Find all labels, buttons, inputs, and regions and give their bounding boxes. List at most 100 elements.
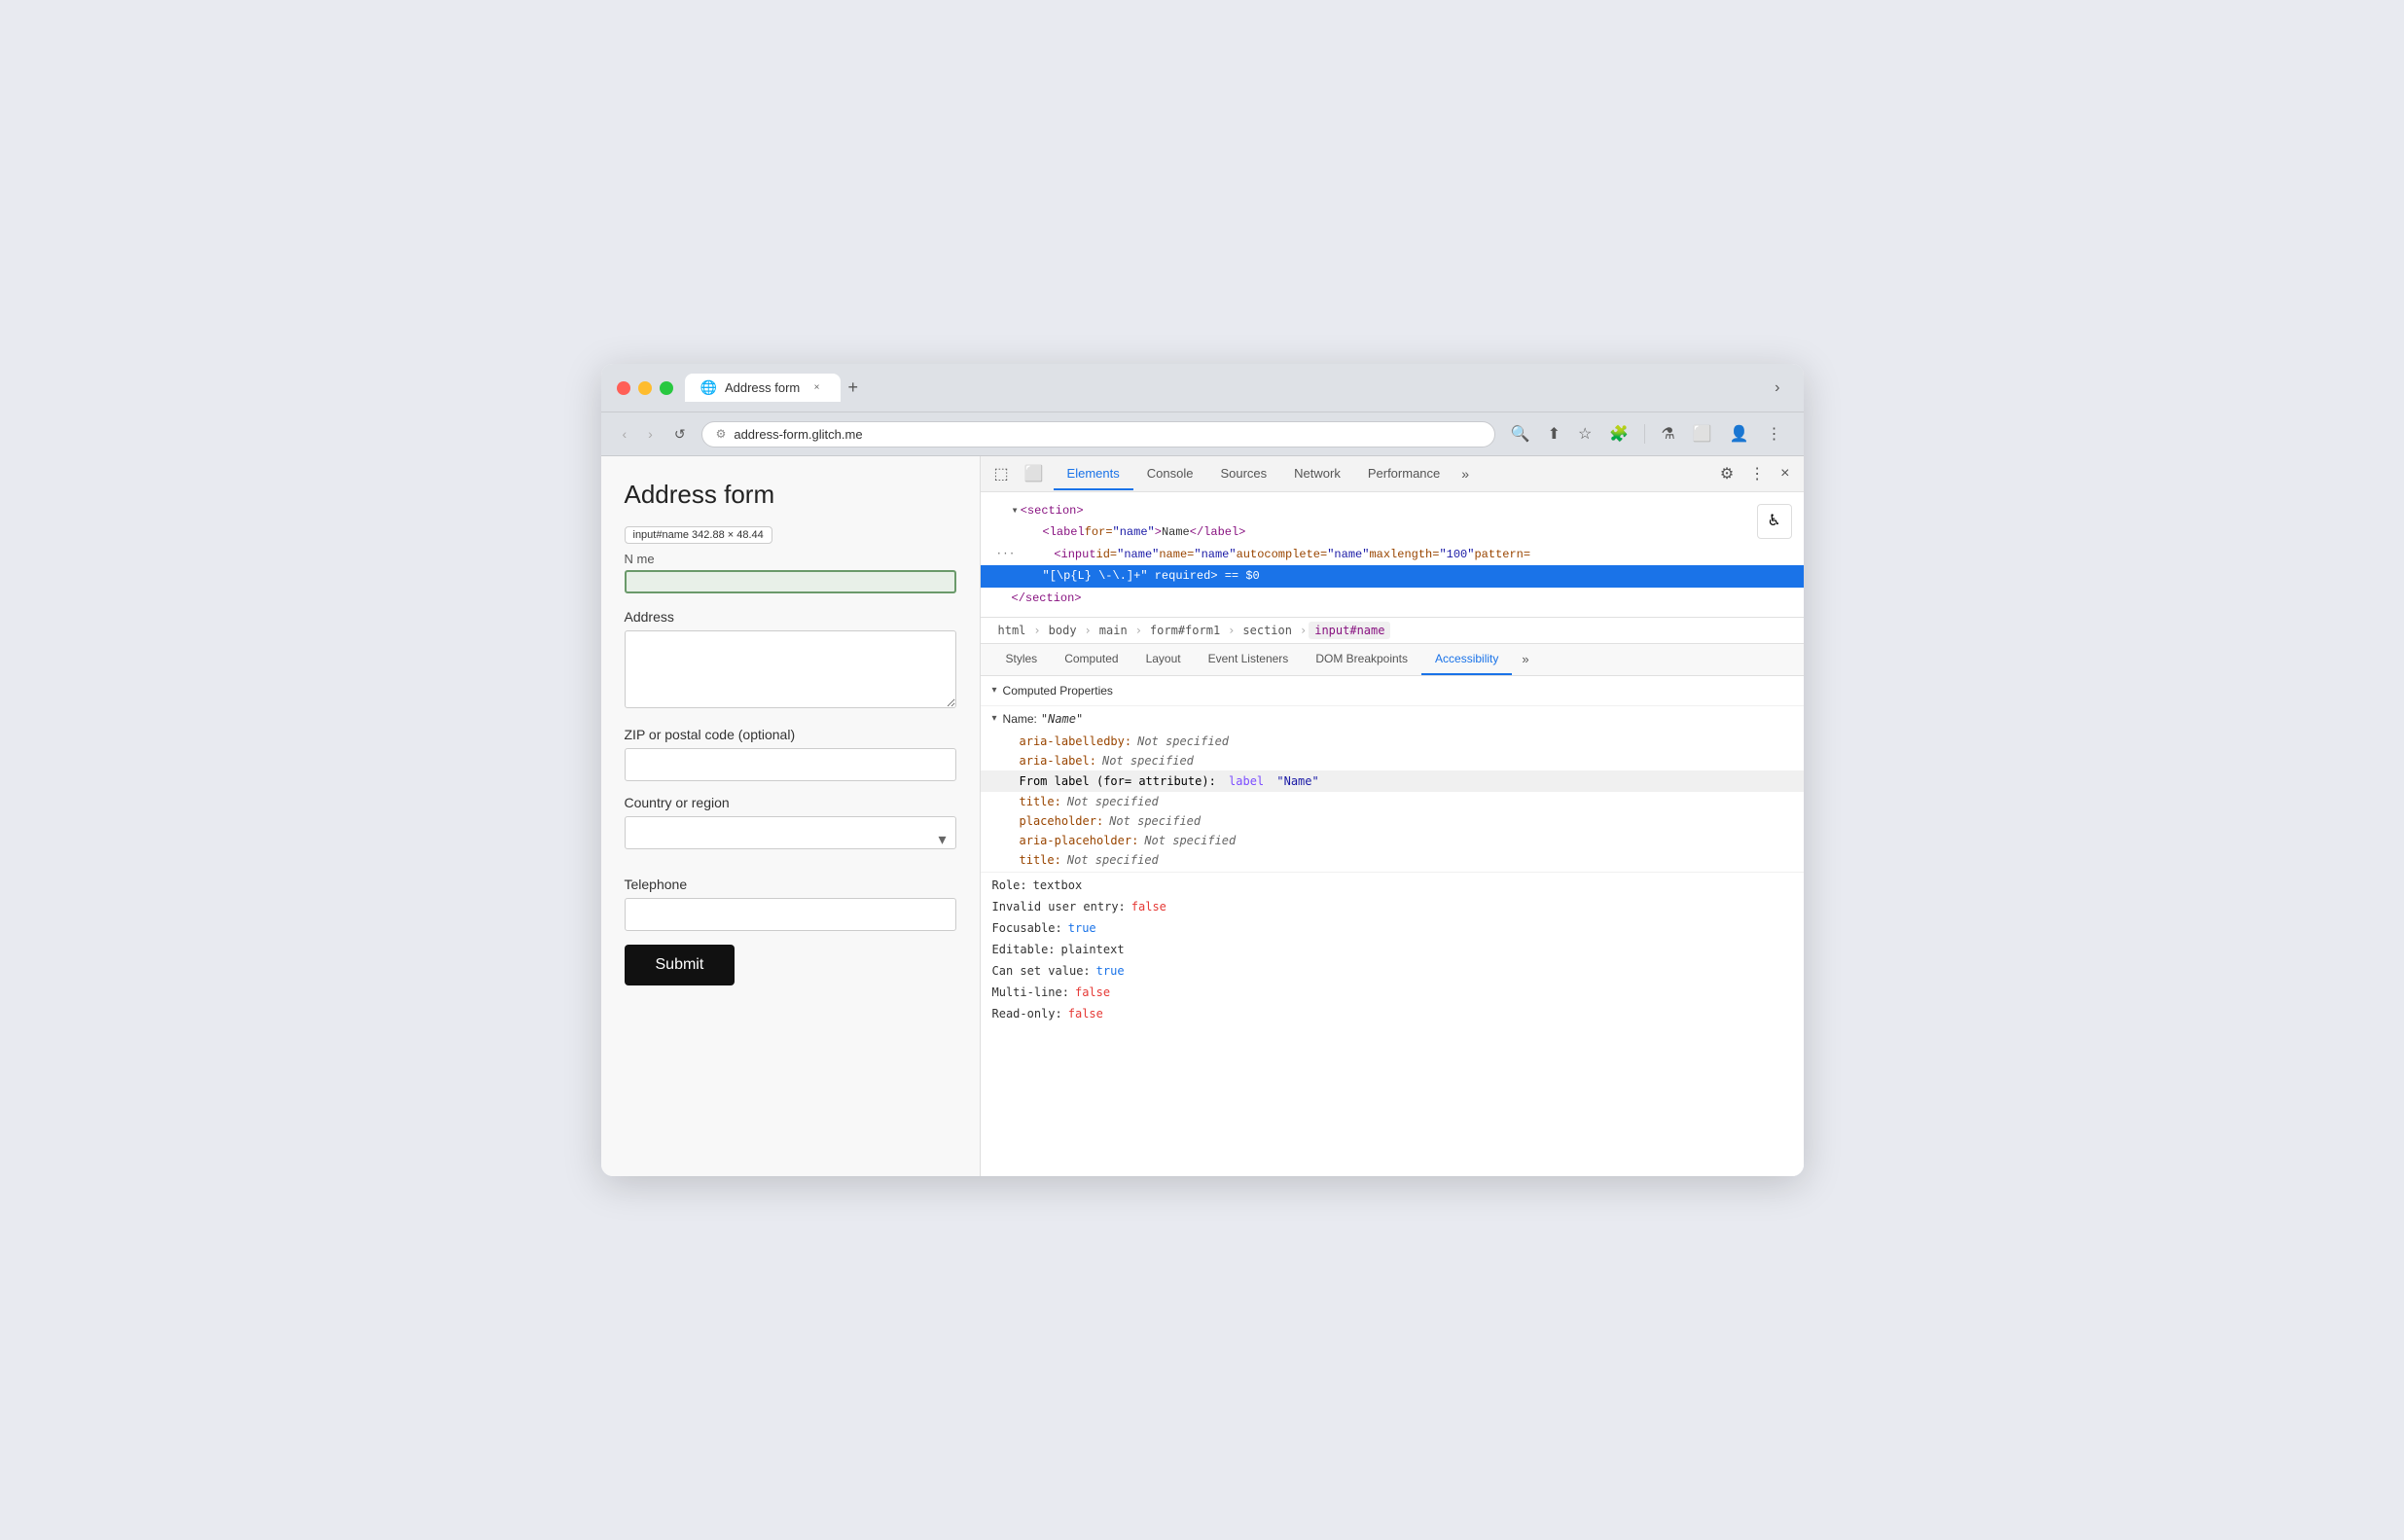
computed-props-arrow: ▾	[992, 685, 997, 696]
profile-icon-btn[interactable]: 👤	[1724, 420, 1755, 448]
subtab-event-listeners[interactable]: Event Listeners	[1195, 644, 1303, 675]
browser-window: 🌐 Address form × + › ‹ › ↺ ⚙ address-for…	[601, 364, 1804, 1176]
breadcrumb-body[interactable]: body	[1043, 622, 1083, 639]
subtab-layout[interactable]: Layout	[1132, 644, 1195, 675]
a11y-multiline-label: Multi-line:	[992, 985, 1069, 999]
maximize-traffic-light[interactable]	[660, 381, 673, 395]
a11y-multiline-row: Multi-line: false	[981, 982, 1804, 1003]
a11y-invalid-row: Invalid user entry: false	[981, 896, 1804, 917]
devtools-icon-btn[interactable]: ⚗	[1655, 420, 1680, 448]
breadcrumb-section[interactable]: section	[1237, 622, 1298, 639]
a11y-divider-1	[981, 872, 1804, 873]
country-label: Country or region	[625, 795, 956, 810]
devtools-more-btn[interactable]: ⋮	[1743, 456, 1771, 491]
a11y-label-name: "Name"	[1270, 774, 1319, 788]
subtabs: Styles Computed Layout Event Listeners D…	[981, 644, 1804, 676]
breadcrumb-input[interactable]: input#name	[1309, 622, 1390, 639]
tab-console[interactable]: Console	[1133, 458, 1207, 490]
share-icon-btn[interactable]: ⬆	[1542, 420, 1566, 448]
a11y-multiline-value: false	[1075, 985, 1110, 999]
a11y-can-set-value-value: true	[1096, 964, 1125, 978]
search-icon-btn[interactable]: 🔍	[1505, 420, 1536, 448]
devtools-tabs: Elements Console Sources Network Perform…	[1054, 458, 1710, 490]
a11y-role-row: Role: textbox	[981, 875, 1804, 896]
a11y-readonly-value: false	[1068, 1007, 1103, 1021]
back-button[interactable]: ‹	[617, 422, 633, 446]
a11y-focusable-label: Focusable:	[992, 921, 1062, 935]
url-bar[interactable]: ⚙ address-form.glitch.me	[701, 421, 1495, 448]
minimize-traffic-light[interactable]	[638, 381, 652, 395]
subtab-dom-breakpoints[interactable]: DOM Breakpoints	[1302, 644, 1421, 675]
a11y-aria-label: aria-label: Not specified	[981, 751, 1804, 770]
expand-section-arrow[interactable]: ▾	[1012, 501, 1019, 520]
country-select-wrapper	[625, 816, 956, 863]
forward-button[interactable]: ›	[642, 422, 659, 446]
subtab-computed[interactable]: Computed	[1051, 644, 1131, 675]
address-label: Address	[625, 609, 956, 625]
name-input-highlighted[interactable]	[625, 570, 956, 593]
a11y-readonly-row: Read-only: false	[981, 1003, 1804, 1024]
tab-overflow-button[interactable]: ›	[1767, 376, 1787, 401]
a11y-aria-labelledby: aria-labelledby: Not specified	[981, 732, 1804, 751]
a11y-invalid-value: false	[1131, 900, 1166, 913]
extensions-icon-btn[interactable]: 🧩	[1603, 420, 1634, 448]
devtools-settings-btn[interactable]: ⚙	[1714, 456, 1740, 491]
menu-icon-btn[interactable]: ⋮	[1761, 420, 1788, 448]
breadcrumb-main[interactable]: main	[1094, 622, 1133, 639]
a11y-name-row[interactable]: ▾ Name: "Name"	[981, 706, 1804, 732]
bookmark-icon-btn[interactable]: ☆	[1572, 420, 1597, 448]
tab-elements[interactable]: Elements	[1054, 458, 1133, 490]
tab-network[interactable]: Network	[1280, 458, 1354, 490]
splitscreen-icon-btn[interactable]: ⬜	[1687, 420, 1718, 448]
dom-inspector: ♿ ▾ <section> <label for="name" > Name <…	[981, 492, 1804, 644]
a11y-label-link[interactable]: label	[1229, 774, 1264, 788]
a11y-name-section: ▾ Name: "Name" aria-labelledby: Not spec…	[981, 706, 1804, 870]
dom-line-input-selected: "[\p{L} \-\.]+" required> == $0	[981, 565, 1804, 587]
tab-strip: 🌐 Address form × +	[685, 374, 1756, 402]
device-toggle-btn[interactable]: ⬜	[1019, 456, 1050, 491]
a11y-focusable-row: Focusable: true	[981, 917, 1804, 939]
a11y-editable-label: Editable:	[992, 943, 1056, 956]
inspect-element-btn[interactable]: ⬚	[988, 456, 1015, 491]
submit-button[interactable]: Submit	[625, 945, 736, 985]
main-content: Address form input#name 342.88 × 48.44 N…	[601, 456, 1804, 1176]
webpage-panel: Address form input#name 342.88 × 48.44 N…	[601, 456, 981, 1176]
address-textarea[interactable]	[625, 630, 956, 708]
devtools-tabs-more[interactable]: »	[1453, 458, 1477, 490]
devtools-close-btn[interactable]: ×	[1775, 457, 1795, 490]
a11y-role-label: Role:	[992, 878, 1027, 892]
close-traffic-light[interactable]	[617, 381, 630, 395]
url-text: address-form.glitch.me	[734, 427, 1480, 442]
tab-sources[interactable]: Sources	[1206, 458, 1280, 490]
dom-line-dots: ··· <input id="name" name="name" autocom…	[981, 544, 1804, 565]
subtab-styles[interactable]: Styles	[992, 644, 1052, 675]
breadcrumb-form[interactable]: form#form1	[1144, 622, 1226, 639]
a11y-name-label: Name:	[1003, 712, 1037, 726]
refresh-button[interactable]: ↺	[668, 422, 692, 447]
a11y-placeholder: placeholder: Not specified	[981, 811, 1804, 831]
tab-favicon: 🌐	[700, 379, 717, 396]
devtools-panel: ⬚ ⬜ Elements Console Sources Network Per…	[981, 456, 1804, 1176]
a11y-role-value: textbox	[1033, 878, 1083, 892]
breadcrumb-html[interactable]: html	[992, 622, 1032, 639]
subtab-more[interactable]: »	[1516, 644, 1534, 674]
a11y-invalid-label: Invalid user entry:	[992, 900, 1126, 913]
tab-performance[interactable]: Performance	[1354, 458, 1453, 490]
computed-props-header[interactable]: ▾ Computed Properties	[981, 676, 1804, 706]
toolbar-separator	[1644, 424, 1645, 444]
a11y-editable-row: Editable: plaintext	[981, 939, 1804, 960]
tab-close-button[interactable]: ×	[809, 380, 825, 396]
dom-line-section: ▾ <section>	[981, 500, 1804, 521]
accessibility-float-btn[interactable]: ♿	[1757, 504, 1792, 539]
address-bar: ‹ › ↺ ⚙ address-form.glitch.me 🔍 ⬆ ☆ 🧩 ⚗…	[601, 412, 1804, 456]
subtab-accessibility[interactable]: Accessibility	[1421, 644, 1512, 675]
accessibility-panel: ▾ Computed Properties ▾ Name: "Name" ari…	[981, 676, 1804, 1176]
a11y-title-2: title: Not specified	[981, 850, 1804, 870]
active-tab[interactable]: 🌐 Address form ×	[685, 374, 841, 402]
country-select[interactable]	[625, 816, 956, 849]
zip-input[interactable]	[625, 748, 956, 781]
new-tab-button[interactable]: +	[841, 374, 867, 402]
a11y-from-label-text: From label (for= attribute):	[1020, 774, 1224, 788]
telephone-input[interactable]	[625, 898, 956, 931]
dom-line-section-close: </section>	[981, 588, 1804, 609]
